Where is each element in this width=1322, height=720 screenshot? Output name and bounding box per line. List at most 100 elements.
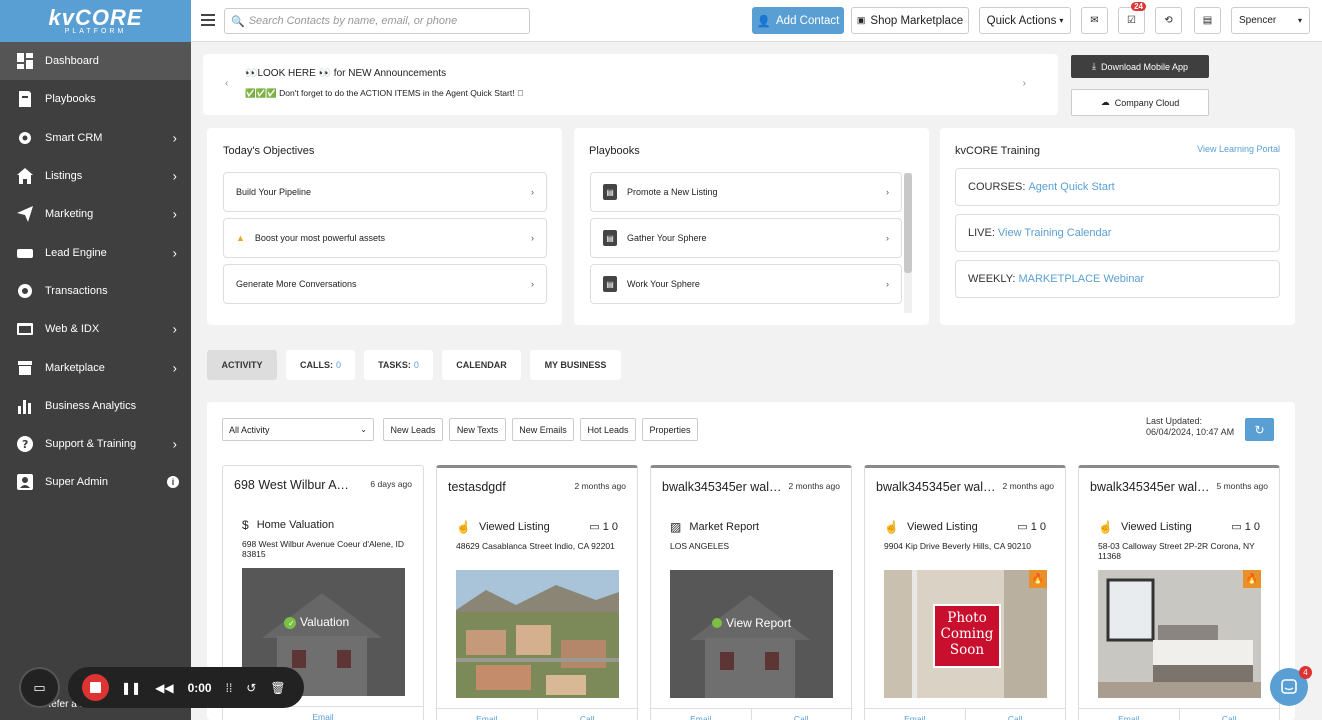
tab-label: MY BUSINESS xyxy=(544,360,607,370)
quick-actions-dropdown[interactable]: Quick Actions ▾ xyxy=(979,7,1071,34)
playbooks-panel: Playbooks ▤ Promote a New Listing › ▤ Gathe… xyxy=(574,128,929,325)
refresh-button[interactable]: ↻ xyxy=(1245,418,1274,441)
objective-generate-conversations[interactable]: Generate More Conversations › xyxy=(223,264,547,304)
call-action[interactable]: Call xyxy=(750,709,852,720)
tab-calendar[interactable]: CALENDAR xyxy=(442,350,521,380)
sidebar: kvCORE PLATFORM Dashboard Playbooks Smart … xyxy=(0,0,191,720)
agent-quick-start-link[interactable]: Agent Quick Start xyxy=(1028,181,1114,193)
card-title[interactable]: 698 West Wilbur Ave... xyxy=(234,478,354,492)
training-calendar-link[interactable]: View Training Calendar xyxy=(998,227,1112,239)
activity-card[interactable]: bwalk345345er walk... 2 months ago ▨ Mark… xyxy=(650,465,852,720)
tab-tasks[interactable]: TASKS: 0 xyxy=(364,350,433,380)
sidebar-item-business-analytics[interactable]: Business Analytics xyxy=(0,387,191,425)
sidebar-item-web-idx[interactable]: Web & IDX › xyxy=(0,310,191,348)
playbook-promote-listing[interactable]: ▤ Promote a New Listing › xyxy=(590,172,902,212)
card-title[interactable]: bwalk345345er walk... xyxy=(662,480,782,494)
call-action[interactable]: Call xyxy=(1178,709,1280,720)
objective-build-pipeline[interactable]: Build Your Pipeline › xyxy=(223,172,547,212)
activity-card[interactable]: bwalk345345er walk... 2 months ago ☝ View… xyxy=(864,465,1066,720)
company-cloud-button[interactable]: ☁ Company Cloud xyxy=(1071,89,1209,116)
search-contacts-input[interactable]: 🔍 Search Contacts by name, email, or phon… xyxy=(224,8,530,34)
call-action[interactable]: Call xyxy=(964,709,1066,720)
pause-icon[interactable]: ❚❚ xyxy=(121,681,141,695)
view-report-overlay[interactable]: View Report xyxy=(726,616,791,630)
chip-hot-leads[interactable]: Hot Leads xyxy=(580,418,636,441)
kvcore-logo[interactable]: kvCORE PLATFORM xyxy=(0,0,191,42)
chevron-down-icon: ▾ xyxy=(1059,16,1064,25)
sidebar-item-transactions[interactable]: Transactions xyxy=(0,272,191,310)
trash-icon[interactable]: 🗑 xyxy=(270,681,285,695)
tab-activity[interactable]: ACTIVITY xyxy=(207,350,277,380)
sidebar-item-marketplace[interactable]: Marketplace › xyxy=(0,348,191,386)
sidebar-item-marketing[interactable]: Marketing › xyxy=(0,195,191,233)
sidebar-item-listings[interactable]: Listings › xyxy=(0,157,191,195)
listing-photo[interactable] xyxy=(456,570,619,698)
sidebar-item-playbooks[interactable]: Playbooks xyxy=(0,80,191,118)
card-title[interactable]: testasdgdf xyxy=(448,480,568,494)
chevron-left-icon[interactable]: ‹ xyxy=(225,78,228,89)
chip-new-texts[interactable]: New Texts xyxy=(449,418,506,441)
card-title[interactable]: bwalk345345er walk... xyxy=(876,480,996,494)
sidebar-item-dashboard[interactable]: Dashboard xyxy=(0,42,191,81)
email-action[interactable]: Email xyxy=(437,709,537,720)
messages-button[interactable]: ▤ xyxy=(1194,7,1221,34)
sidebar-item-support-training[interactable]: ? Support & Training › xyxy=(0,425,191,463)
counts-value: 1 0 xyxy=(1244,521,1260,533)
marketplace-webinar-link[interactable]: MARKETPLACE Webinar xyxy=(1018,273,1144,285)
user-menu-dropdown[interactable]: Spencer ▾ xyxy=(1231,7,1310,34)
add-contact-button[interactable]: 👤 Add Contact xyxy=(752,7,844,34)
announcement-line-2[interactable]: ✅✅✅ Don't forget to do the ACTION ITEMS … xyxy=(245,88,523,99)
card-actions: Email Call xyxy=(1079,708,1279,720)
activity-card[interactable]: bwalk345345er walk... 5 months ago ☝ View… xyxy=(1078,465,1280,720)
chip-new-emails[interactable]: New Emails xyxy=(512,418,574,441)
stop-recording-button[interactable] xyxy=(82,674,109,701)
chevron-right-icon: › xyxy=(172,206,177,222)
chevron-right-icon: › xyxy=(172,168,177,184)
book-icon: ▤ xyxy=(603,184,617,200)
activity-card[interactable]: testasdgdf 2 months ago ☝ Viewed Listing … xyxy=(436,465,638,720)
playbooks-scrollbar[interactable] xyxy=(904,173,912,313)
playbook-work-sphere[interactable]: ▤ Work Your Sphere › xyxy=(590,264,902,304)
email-button[interactable]: ✉ xyxy=(1081,7,1108,34)
sidebar-item-lead-engine[interactable]: Lead Engine › xyxy=(0,233,191,271)
chip-new-leads[interactable]: New Leads xyxy=(383,418,443,441)
view-learning-portal-link[interactable]: View Learning Portal xyxy=(1197,144,1280,154)
chat-bubble-icon xyxy=(1281,679,1297,694)
shop-marketplace-button[interactable]: ▣ Shop Marketplace xyxy=(851,7,969,34)
tab-my-business[interactable]: MY BUSINESS xyxy=(530,350,621,380)
shop-marketplace-label: Shop Marketplace xyxy=(870,14,964,27)
rewind-icon[interactable]: ◀◀ xyxy=(155,681,173,695)
listing-photo[interactable]: Photo Coming Soon 🔥 xyxy=(884,570,1047,698)
playbook-gather-sphere[interactable]: ▤ Gather Your Sphere › xyxy=(590,218,902,258)
email-action[interactable]: Email xyxy=(865,709,965,720)
email-action[interactable]: Email xyxy=(223,707,423,720)
tab-calls[interactable]: CALLS: 0 xyxy=(286,350,355,380)
sidebar-item-smart-crm[interactable]: Smart CRM › xyxy=(0,119,191,157)
download-app-label: Download Mobile App xyxy=(1100,61,1189,72)
email-action[interactable]: Email xyxy=(1079,709,1179,720)
info-icon[interactable]: i xyxy=(167,476,179,489)
download-mobile-app-button[interactable]: ⤓ Download Mobile App xyxy=(1071,55,1209,78)
market-report-image[interactable]: View Report xyxy=(670,570,833,698)
chip-properties[interactable]: Properties xyxy=(642,418,698,441)
card-title[interactable]: bwalk345345er walk... xyxy=(1090,480,1210,494)
kvcore-training-panel: kvCORE Training View Learning Portal COU… xyxy=(940,128,1295,325)
hamburger-menu-icon[interactable] xyxy=(201,14,215,29)
email-action[interactable]: Email xyxy=(651,709,751,720)
camera-toggle-button[interactable]: ▭ xyxy=(19,667,60,708)
grid-icon[interactable]: ⁞⁞ xyxy=(226,681,233,695)
tasks-button[interactable]: ☑ 24 xyxy=(1118,2,1146,34)
sidebar-item-super-admin[interactable]: Super Admin i xyxy=(0,463,191,501)
announcement-carousel: ‹ 👀LOOK HERE 👀 for NEW Announcements ✅✅✅… xyxy=(203,54,1058,115)
rocket-icon: ▲ xyxy=(236,233,245,243)
listing-photo[interactable]: 🔥 xyxy=(1098,570,1261,698)
objective-boost-assets[interactable]: ▲ Boost your most powerful assets › xyxy=(223,218,547,258)
history-button[interactable]: ⟲ xyxy=(1155,7,1182,34)
restart-icon[interactable]: ↺ xyxy=(246,681,256,695)
activity-filter-select[interactable]: All Activity ⌄ xyxy=(222,418,374,441)
call-action[interactable]: Call xyxy=(536,709,638,720)
announcement-line-1[interactable]: 👀LOOK HERE 👀 for NEW Announcements xyxy=(245,68,446,79)
chat-launcher-button[interactable]: 4 xyxy=(1270,666,1312,706)
calls-count: 0 xyxy=(335,360,341,370)
chevron-right-icon[interactable]: › xyxy=(1023,78,1026,89)
